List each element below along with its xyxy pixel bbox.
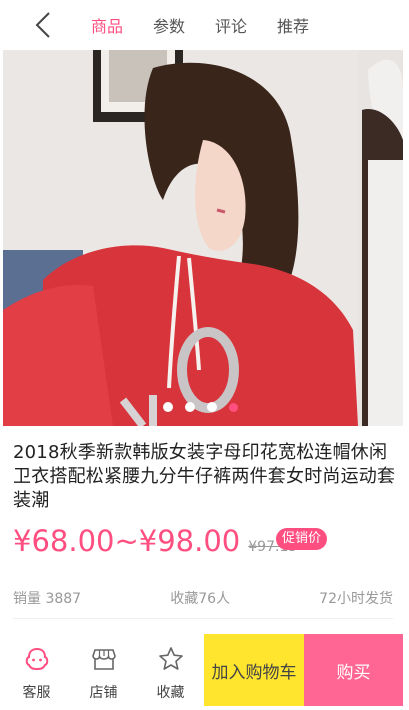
bottom-action-bar: 客服 店铺 收藏 加入购物车 购买 [3, 634, 403, 706]
buy-button[interactable]: 购买 [304, 634, 403, 706]
gallery-dots [163, 402, 250, 412]
promo-badge: 促销价 [276, 528, 328, 550]
tab-reviews[interactable]: 评论 [215, 13, 247, 37]
tab-recommend[interactable]: 推荐 [277, 13, 309, 37]
star-icon [158, 647, 183, 670]
gallery-dot[interactable] [207, 402, 217, 412]
store-label: 店铺 [89, 685, 118, 701]
image-gallery[interactable] [3, 50, 403, 426]
add-to-cart-button[interactable]: 加入购物车 [204, 634, 304, 706]
product-title: 2018秋季新款韩版女装字母印花宽松连帽休闲卫衣搭配松紧腰九分牛仔裤两件套女时尚… [13, 442, 396, 511]
store-button[interactable]: 店铺 [70, 634, 137, 706]
next-photo-preview [358, 50, 403, 426]
collect-label: 收藏 [156, 685, 185, 701]
favorites-count: 收藏76人 [170, 591, 231, 607]
tab-goods[interactable]: 商品 [91, 13, 123, 37]
price-row: ¥68.00~¥98.00 ¥97.15 [13, 524, 403, 564]
top-nav: 商品 参数 评论 推荐 [3, 0, 403, 50]
collect-button[interactable]: 收藏 [137, 634, 204, 706]
gallery-dot[interactable] [185, 402, 195, 412]
nav-tabs: 商品 参数 评论 推荐 [91, 0, 339, 50]
meta-row: 销量 3887 收藏76人 72小时发货 [13, 588, 393, 608]
tab-params[interactable]: 参数 [153, 13, 185, 37]
product-photo [3, 50, 358, 426]
store-icon [91, 649, 116, 670]
back-arrow-icon[interactable] [29, 10, 55, 40]
service-label: 客服 [22, 685, 51, 701]
service-icon [25, 647, 48, 671]
customer-service-button[interactable]: 客服 [3, 634, 70, 706]
divider [13, 618, 393, 619]
gallery-dot-active[interactable] [229, 403, 238, 412]
price-range: ¥68.00~¥98.00 [13, 524, 241, 558]
shipping-info: 72小时发货 [319, 591, 393, 607]
sales-count: 销量 3887 [13, 591, 82, 607]
product-page: 商品 参数 评论 推荐 2018秋季新款韩版女装字母印花宽松连帽休闲卫衣搭配松紧… [3, 0, 403, 710]
gallery-dot[interactable] [163, 402, 173, 412]
